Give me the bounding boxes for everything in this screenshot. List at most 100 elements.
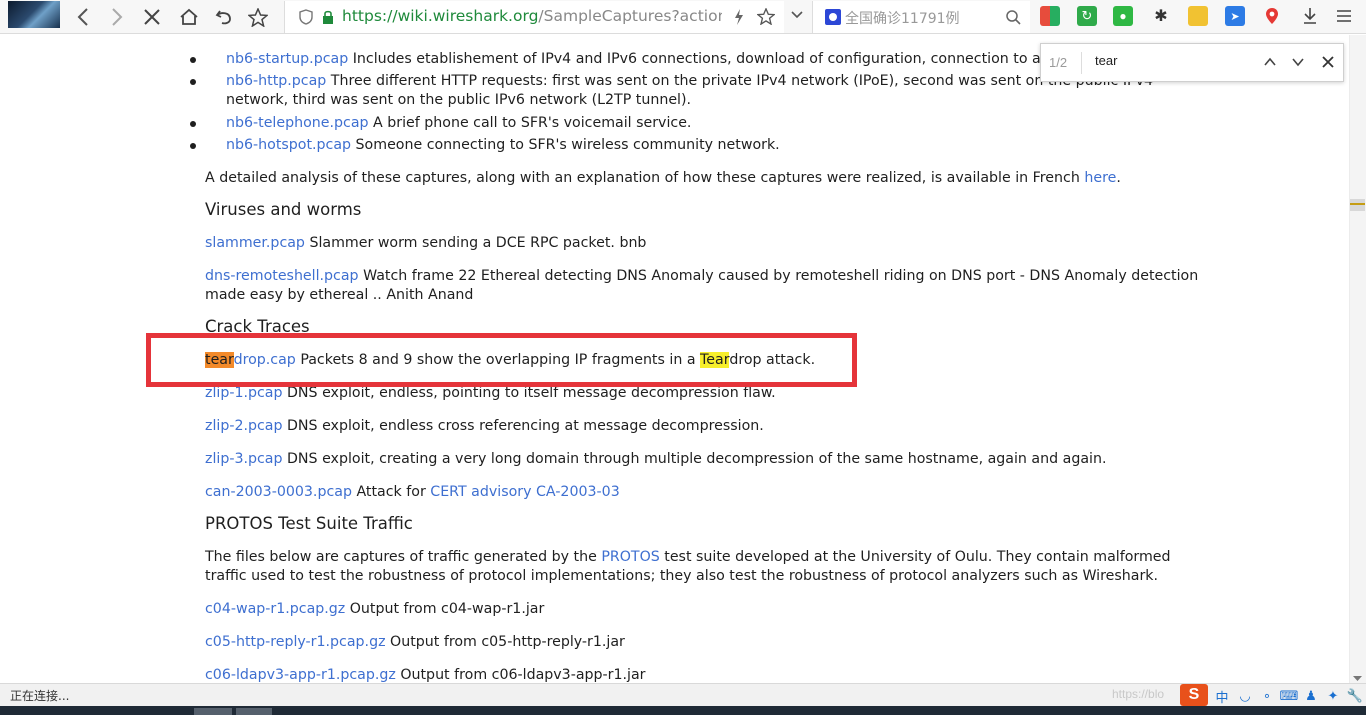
taskbar-item[interactable]: [194, 708, 232, 715]
lightning-icon[interactable]: [733, 8, 745, 31]
stop-icon[interactable]: [139, 4, 165, 30]
zlip3-link[interactable]: zlip-3.pcap: [205, 451, 283, 467]
back-icon[interactable]: [70, 4, 96, 30]
teardrop-link-rest: drop.cap: [233, 352, 296, 368]
c06-text: Output from c06-ldapv3-app-r1.jar: [395, 667, 646, 683]
crack-traces-heading: Crack Traces: [205, 317, 310, 336]
skin-icon[interactable]: ✦: [1325, 688, 1341, 704]
c05-paragraph: c05-http-reply-r1.pcap.gz Output from c0…: [205, 633, 625, 653]
share-icon[interactable]: ➤: [1225, 6, 1245, 26]
find-previous-icon[interactable]: [1263, 55, 1277, 74]
protos-link[interactable]: PROTOS: [601, 549, 659, 565]
taskbar-item[interactable]: [236, 708, 272, 715]
sync-icon[interactable]: ↻: [1077, 6, 1097, 26]
analysis-end: .: [1116, 170, 1121, 186]
chevron-down-icon[interactable]: [790, 7, 804, 26]
url-host: wiki.wireshark.org: [397, 7, 539, 25]
cert-advisory-link[interactable]: CERT advisory CA-2003-03: [430, 484, 619, 500]
zlip3-paragraph: zlip-3.pcap DNS exploit, creating a very…: [205, 450, 1106, 470]
scrollbar-thumb[interactable]: [1350, 199, 1365, 211]
url-protocol: https://: [342, 7, 398, 25]
sogou-ime-icon[interactable]: S: [1180, 684, 1208, 706]
ime-punctuation-icon[interactable]: ◡: [1237, 688, 1253, 704]
protos-heading: PROTOS Test Suite Traffic: [205, 514, 413, 533]
search-input[interactable]: 全国确诊11791例: [845, 8, 960, 28]
close-icon[interactable]: [1321, 55, 1335, 74]
can-2003-link[interactable]: can-2003-0003.pcap: [205, 484, 352, 500]
c04-paragraph: c04-wap-r1.pcap.gz Output from c04-wap-r…: [205, 600, 544, 620]
address-bar[interactable]: https://wiki.wireshark.org/SampleCapture…: [284, 1, 784, 33]
undo-icon[interactable]: [211, 4, 237, 30]
apps-grid-icon[interactable]: [1040, 6, 1060, 26]
list-item-text: Someone connecting to SFR's wireless com…: [351, 137, 780, 153]
nb6-startup-link[interactable]: nb6-startup.pcap: [226, 51, 348, 67]
zlip2-paragraph: zlip-2.pcap DNS exploit, endless cross r…: [205, 417, 764, 437]
dns-remoteshell-link[interactable]: dns-remoteshell.pcap: [205, 268, 359, 284]
list-item-text: A brief phone call to SFR's voicemail se…: [368, 115, 692, 131]
browser-toolbar: https://wiki.wireshark.org/SampleCapture…: [0, 0, 1366, 34]
teardrop-text-end: drop attack.: [729, 352, 816, 368]
find-next-icon[interactable]: [1291, 55, 1305, 74]
can-2003-text: Attack for: [351, 484, 431, 500]
slammer-paragraph: slammer.pcap Slammer worm sending a DCE …: [205, 234, 646, 254]
bookmark-star-icon[interactable]: [756, 7, 776, 30]
c04-link[interactable]: c04-wap-r1.pcap.gz: [205, 601, 345, 617]
zlip3-text: DNS exploit, creating a very long domain…: [282, 451, 1107, 467]
search-box[interactable]: 全国确诊11791例: [812, 1, 1030, 33]
dns-remoteshell-text: Watch frame 22 Ethereal detecting DNS An…: [358, 268, 1199, 284]
search-engine-icon[interactable]: [825, 9, 841, 25]
find-match-other: Tear: [700, 352, 730, 368]
find-match-current: tear: [205, 352, 234, 368]
c04-text: Output from c04-wap-r1.jar: [345, 601, 545, 617]
find-match-count: 1/2: [1049, 55, 1068, 70]
list-item-text: Includes etablishement of IPv4 and IPv6 …: [348, 51, 1096, 67]
analysis-paragraph: A detailed analysis of these captures, a…: [205, 169, 1121, 189]
keyboard-icon[interactable]: ⌨: [1280, 688, 1299, 704]
teardrop-link[interactable]: teardrop.cap: [205, 352, 296, 368]
find-divider: [1081, 52, 1082, 74]
menu-icon[interactable]: [1334, 6, 1354, 26]
c05-text: Output from c05-http-reply-r1.jar: [385, 634, 625, 650]
here-link[interactable]: here: [1084, 170, 1116, 186]
nb6-hotspot-link[interactable]: nb6-hotspot.pcap: [226, 137, 351, 153]
list-item-line: nb6-http.pcap Three different HTTP reque…: [226, 72, 1153, 92]
url-text[interactable]: https://wiki.wireshark.org/SampleCapture…: [342, 7, 722, 25]
slammer-text: Slammer worm sending a DCE RPC packet. b…: [304, 235, 647, 251]
search-icon[interactable]: [1005, 9, 1021, 30]
location-pin-icon[interactable]: [1262, 6, 1282, 26]
status-bar: 正在连接... https://blo S 中 ◡ ∘ ⌨ ♟ ✦ 🔧: [0, 683, 1366, 706]
bug-icon[interactable]: ✱: [1151, 6, 1171, 26]
info-icon[interactable]: [299, 9, 313, 30]
viruses-heading: Viruses and worms: [205, 200, 362, 219]
status-text: 正在连接...: [10, 689, 70, 703]
vertical-scrollbar[interactable]: [1349, 35, 1366, 683]
home-icon[interactable]: [176, 4, 202, 30]
favorites-star-icon[interactable]: [245, 4, 271, 30]
protos-text-cont: traffic used to test the robustness of p…: [205, 568, 1159, 584]
ime-chinese-icon[interactable]: 中: [1214, 688, 1230, 705]
forward-icon[interactable]: [104, 4, 130, 30]
ime-symbol-icon[interactable]: ∘: [1259, 688, 1275, 704]
nb6-http-link[interactable]: nb6-http.pcap: [226, 73, 326, 89]
nb6-telephone-link[interactable]: nb6-telephone.pcap: [226, 115, 369, 131]
protos-paragraph: The files below are captures of traffic …: [205, 548, 1171, 568]
zlip1-link[interactable]: zlip-1.pcap: [205, 385, 283, 401]
zlip1-text: DNS exploit, endless, pointing to itself…: [282, 385, 776, 401]
slammer-link[interactable]: slammer.pcap: [205, 235, 305, 251]
teardrop-paragraph: teardrop.cap Packets 8 and 9 show the ov…: [205, 351, 815, 371]
lock-icon[interactable]: [321, 9, 335, 30]
teardrop-text: Packets 8 and 9 show the overlapping IP …: [295, 352, 701, 368]
list-item-line: nb6-hotspot.pcap Someone connecting to S…: [226, 136, 780, 156]
zlip2-link[interactable]: zlip-2.pcap: [205, 418, 283, 434]
find-input[interactable]: tear: [1095, 53, 1117, 68]
profile-avatar[interactable]: [8, 1, 60, 28]
c05-link[interactable]: c05-http-reply-r1.pcap.gz: [205, 634, 386, 650]
user-icon[interactable]: ♟: [1303, 688, 1319, 704]
bookmark-icon[interactable]: [1188, 6, 1208, 26]
download-icon[interactable]: [1300, 6, 1320, 26]
c06-link[interactable]: c06-ldapv3-app-r1.pcap.gz: [205, 667, 396, 683]
analysis-text: A detailed analysis of these captures, a…: [205, 170, 1085, 186]
wechat-icon[interactable]: ●: [1113, 6, 1133, 26]
url-path: /SampleCaptures?action=s: [538, 7, 722, 25]
wrench-icon[interactable]: 🔧: [1347, 688, 1363, 704]
